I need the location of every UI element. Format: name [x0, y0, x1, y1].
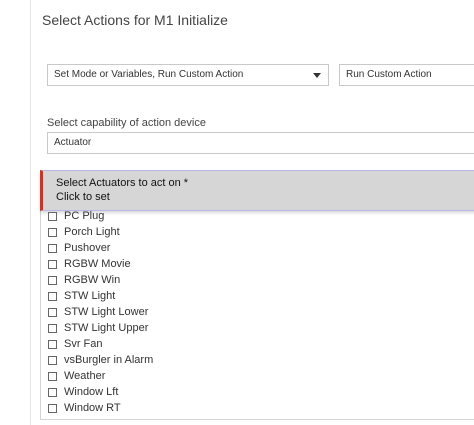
list-item[interactable]: Pushover: [48, 240, 153, 256]
action-type-select[interactable]: Set Mode or Variables, Run Custom Action: [47, 64, 329, 86]
page-title: Select Actions for M1 Initialize: [42, 12, 228, 28]
checkbox[interactable]: [48, 227, 57, 237]
list-item-label: vsBurgler in Alarm: [64, 354, 154, 366]
page: Select Actions for M1 Initialize Set Mod…: [0, 0, 474, 425]
list-item-label: RGBW Movie: [64, 258, 131, 270]
list-item[interactable]: RGBW Win: [48, 272, 153, 288]
list-item[interactable]: Svr Fan: [48, 336, 153, 352]
checkbox[interactable]: [48, 339, 57, 349]
capability-label: Select capability of action device: [47, 117, 206, 129]
checkbox[interactable]: [48, 243, 57, 253]
list-item-label: Window RT: [64, 402, 121, 414]
checkbox[interactable]: [48, 403, 57, 413]
capability-value: Actuator: [54, 137, 92, 148]
checkbox[interactable]: [48, 291, 57, 301]
actuator-select-button[interactable]: Select Actuators to act on * Click to se…: [40, 170, 474, 211]
checkbox[interactable]: [48, 259, 57, 269]
checkbox[interactable]: [48, 387, 57, 397]
capability-select[interactable]: Actuator: [47, 132, 474, 154]
actuator-select-hint: Click to set: [56, 191, 110, 203]
list-item-label: STW Light Lower: [64, 306, 149, 318]
list-item[interactable]: Window RT: [48, 400, 153, 416]
checkbox[interactable]: [48, 323, 57, 333]
list-item-label: Weather: [64, 370, 106, 382]
checkbox[interactable]: [48, 211, 57, 221]
list-item-label: RGBW Win: [64, 274, 121, 286]
actuator-list: PC Plug Porch Light Pushover RGBW Movie RGBW…: [48, 208, 153, 416]
list-item[interactable]: STW Light Upper: [48, 320, 153, 336]
list-item-label: Porch Light: [64, 226, 120, 238]
list-item-label: Window Lft: [64, 386, 119, 398]
list-item[interactable]: STW Light Lower: [48, 304, 153, 320]
left-divider: [30, 0, 31, 425]
list-item-label: Svr Fan: [64, 338, 103, 350]
list-item[interactable]: Weather: [48, 368, 153, 384]
chevron-down-icon: [313, 73, 321, 78]
list-item-label: STW Light: [64, 290, 116, 302]
list-item[interactable]: Porch Light: [48, 224, 153, 240]
checkbox[interactable]: [48, 355, 57, 365]
list-item-label: PC Plug: [64, 210, 105, 222]
list-item[interactable]: PC Plug: [48, 208, 153, 224]
custom-action-select[interactable]: Run Custom Action: [339, 64, 474, 86]
actuator-select-title: Select Actuators to act on *: [56, 177, 189, 189]
checkbox[interactable]: [48, 371, 57, 381]
list-item-label: STW Light Upper: [64, 322, 149, 334]
list-item[interactable]: vsBurgler in Alarm: [48, 352, 153, 368]
action-type-value: Set Mode or Variables, Run Custom Action: [54, 69, 244, 80]
list-item-label: Pushover: [64, 242, 111, 254]
list-item[interactable]: Window Lft: [48, 384, 153, 400]
checkbox[interactable]: [48, 275, 57, 285]
list-item[interactable]: RGBW Movie: [48, 256, 153, 272]
custom-action-value: Run Custom Action: [346, 69, 432, 80]
checkbox[interactable]: [48, 307, 57, 317]
list-item[interactable]: STW Light: [48, 288, 153, 304]
